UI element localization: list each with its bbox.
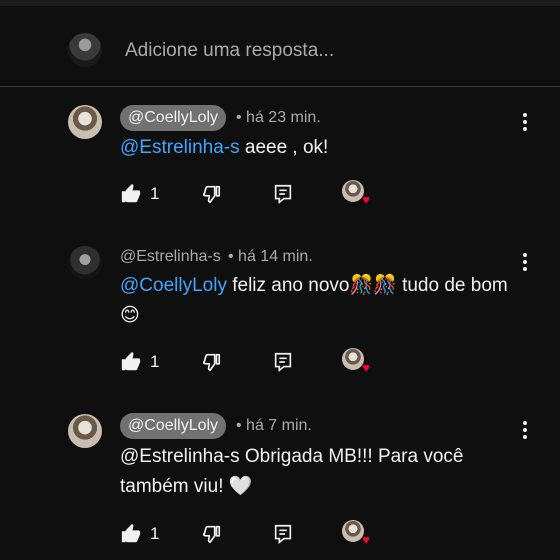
avatar[interactable] (68, 105, 102, 139)
comment-actions: 1 ♥ (120, 520, 380, 548)
divider (0, 86, 560, 87)
reply-icon (274, 352, 292, 372)
thumbs-down-icon (203, 525, 221, 544)
like-button[interactable]: 1 (120, 348, 159, 376)
heart-icon: ♥ (362, 360, 370, 375)
reply-input[interactable]: Adicione uma resposta... (125, 40, 334, 62)
dislike-button[interactable] (200, 180, 222, 208)
like-button[interactable]: 1 (120, 520, 159, 548)
thumbs-up-icon (121, 183, 141, 203)
comment-author[interactable]: @CoellyLoly (120, 105, 227, 131)
like-count: 1 (150, 524, 160, 543)
more-vert-icon[interactable] (518, 420, 532, 442)
avatar[interactable] (68, 246, 102, 280)
like-count: 1 (150, 184, 160, 203)
reply-button[interactable] (272, 520, 294, 548)
dislike-button[interactable] (200, 348, 222, 376)
mention-link[interactable]: @CoellyLoly (120, 275, 227, 296)
user-avatar (68, 33, 102, 67)
add-reply-row: Adicione uma resposta... (0, 6, 560, 86)
creator-avatar (342, 348, 364, 370)
comment-time[interactable]: • há 23 min. (236, 105, 321, 131)
comment-time[interactable]: • há 14 min. (228, 244, 313, 270)
comment-text: @CoellyLoly feliz ano novo🎊🎊 tudo de bom… (120, 271, 510, 331)
thumbs-up-icon (121, 523, 141, 543)
comment-body: aeee , ok! (244, 137, 329, 158)
thumbs-down-icon (203, 185, 221, 204)
avatar[interactable] (68, 414, 102, 448)
dislike-button[interactable] (200, 520, 222, 548)
reply-icon (274, 184, 292, 204)
creator-heart[interactable]: ♥ (342, 520, 370, 547)
comment-text: @Estrelinha-s aeee , ok! (120, 133, 510, 163)
more-vert-icon[interactable] (518, 112, 532, 134)
thumbs-down-icon (203, 353, 221, 372)
reply-button[interactable] (272, 348, 294, 376)
heart-icon: ♥ (362, 532, 370, 547)
creator-avatar (342, 180, 364, 202)
comment-text: @Estrelinha-s Obrigada MB!!! Para você t… (120, 442, 510, 502)
like-count: 1 (150, 352, 160, 371)
heart-icon: ♥ (362, 192, 370, 207)
comment-item: @CoellyLoly • há 7 min. @Estrelinha-s Ob… (0, 410, 560, 560)
reply-button[interactable] (272, 180, 294, 208)
creator-heart[interactable]: ♥ (342, 180, 370, 207)
more-vert-icon[interactable] (518, 252, 532, 274)
comment-time[interactable]: • há 7 min. (236, 413, 312, 439)
comment-item: @Estrelinha-s • há 14 min. @CoellyLoly f… (0, 244, 560, 394)
comment-author[interactable]: @CoellyLoly (120, 413, 227, 439)
creator-heart[interactable]: ♥ (342, 348, 370, 375)
reply-icon (274, 524, 292, 544)
thumbs-up-icon (121, 351, 141, 371)
comment-item: @CoellyLoly • há 23 min. @Estrelinha-s a… (0, 100, 560, 250)
comment-body: @Estrelinha-s Obrigada MB!!! Para você t… (120, 446, 464, 497)
comment-actions: 1 ♥ (120, 180, 380, 208)
comment-author[interactable]: @Estrelinha-s (120, 244, 221, 270)
creator-avatar (342, 520, 364, 542)
mention-link[interactable]: @Estrelinha-s (120, 137, 240, 158)
like-button[interactable]: 1 (120, 180, 159, 208)
comment-actions: 1 ♥ (120, 348, 380, 376)
